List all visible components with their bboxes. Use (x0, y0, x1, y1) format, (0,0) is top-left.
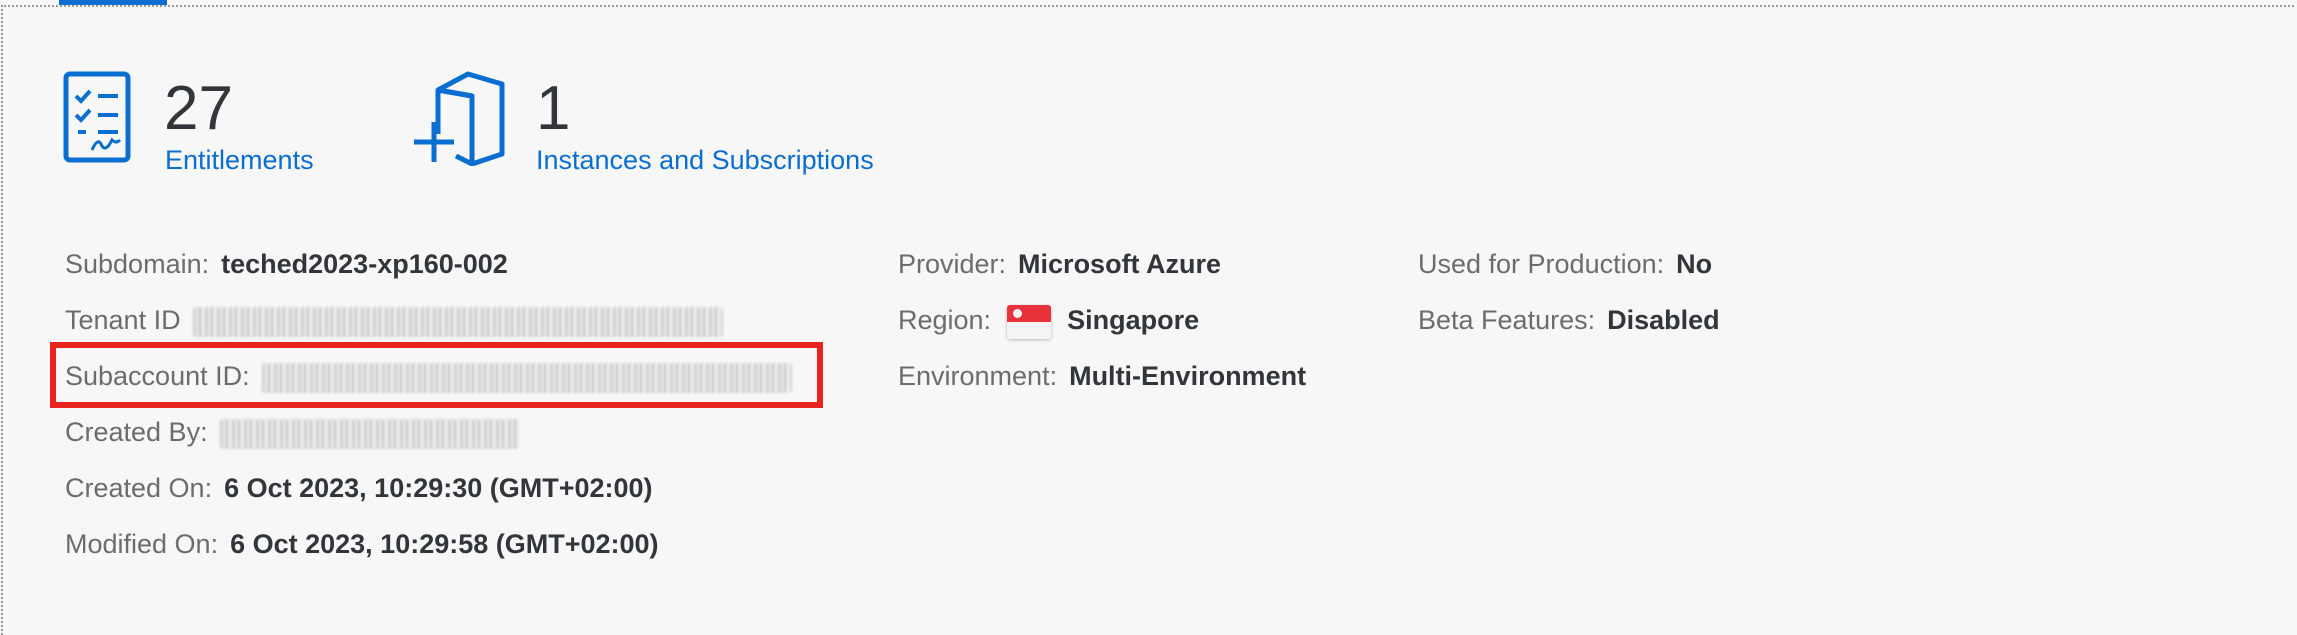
selected-tab-indicator (59, 0, 167, 5)
subdomain-field: Subdomain: teched2023-xp160-002 (65, 248, 508, 280)
entitlements-link[interactable]: Entitlements (165, 145, 314, 176)
subdomain-value: teched2023-xp160-002 (221, 249, 508, 279)
singapore-flag-icon (1007, 304, 1052, 339)
region-field: Region: Singapore (898, 304, 1199, 339)
provider-value: Microsoft Azure (1018, 249, 1222, 279)
modified-on-label: Modified On: (65, 529, 219, 559)
environment-label: Environment: (898, 361, 1058, 391)
region-value: Singapore (1067, 305, 1200, 335)
subdomain-label: Subdomain: (65, 249, 210, 279)
instances-link[interactable]: Instances and Subscriptions (536, 145, 874, 176)
used-for-production-field: Used for Production: No (1418, 248, 1712, 280)
subaccount-id-field: Subaccount ID: (65, 360, 792, 393)
used-for-production-value: No (1676, 249, 1713, 279)
environment-value: Multi-Environment (1069, 361, 1307, 391)
region-label: Region: (898, 305, 992, 335)
add-documents-icon (410, 70, 506, 171)
checklist-icon (62, 70, 134, 170)
subaccount-id-redacted-value (261, 362, 792, 393)
created-by-redacted-value (219, 418, 520, 449)
created-on-field: Created On: 6 Oct 2023, 10:29:30 (GMT+02:… (65, 472, 653, 504)
beta-features-label: Beta Features: (1418, 305, 1596, 335)
created-by-field: Created By: (65, 416, 520, 449)
tenant-id-label: Tenant ID (65, 305, 181, 335)
modified-on-value: 6 Oct 2023, 10:29:58 (GMT+02:00) (230, 529, 659, 559)
tenant-id-redacted-value (192, 306, 723, 337)
tenant-id-field: Tenant ID (65, 304, 723, 337)
instances-count: 1 (536, 74, 571, 143)
provider-field: Provider: Microsoft Azure (898, 248, 1221, 280)
beta-features-field: Beta Features: Disabled (1418, 304, 1720, 336)
created-by-label: Created By: (65, 417, 208, 447)
beta-features-value: Disabled (1607, 305, 1720, 335)
provider-label: Provider: (898, 249, 1007, 279)
modified-on-field: Modified On: 6 Oct 2023, 10:29:58 (GMT+02… (65, 528, 659, 560)
created-on-label: Created On: (65, 473, 213, 503)
environment-field: Environment: Multi-Environment (898, 360, 1306, 392)
created-on-value: 6 Oct 2023, 10:29:30 (GMT+02:00) (224, 473, 653, 503)
subaccount-id-label: Subaccount ID: (65, 361, 250, 391)
entitlements-count: 27 (164, 74, 233, 143)
used-for-production-label: Used for Production: (1418, 249, 1665, 279)
